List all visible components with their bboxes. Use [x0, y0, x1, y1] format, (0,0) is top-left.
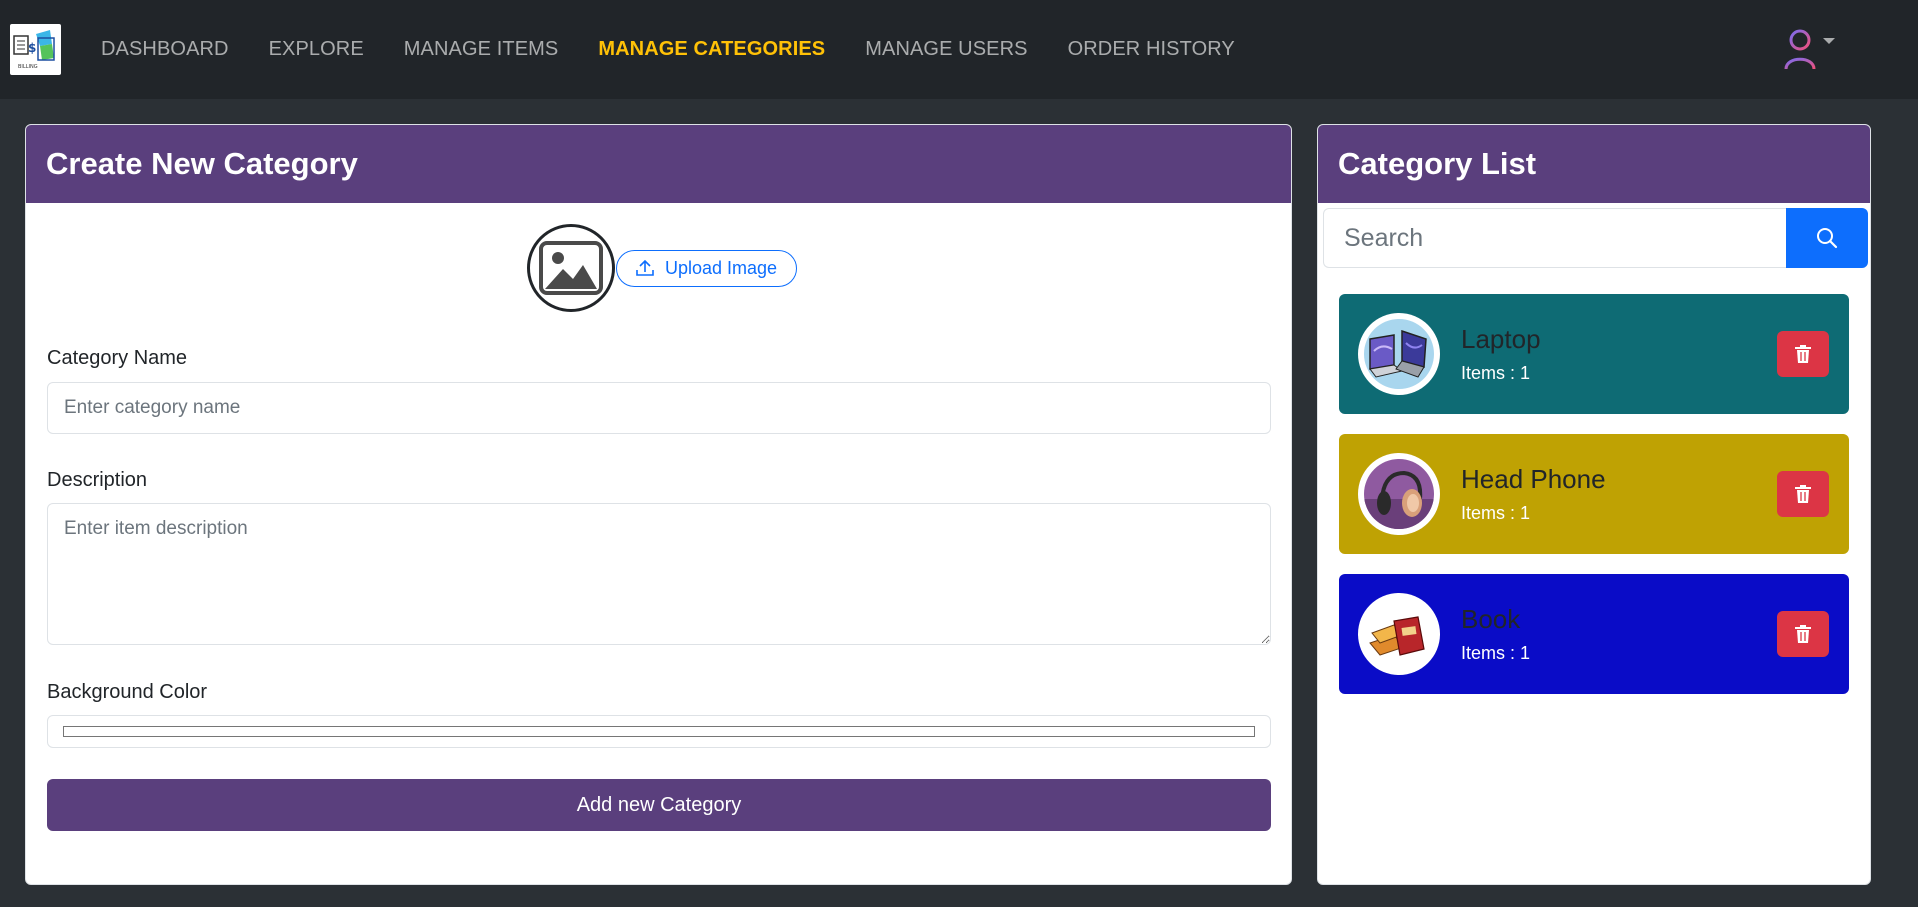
- search-input[interactable]: [1323, 208, 1786, 268]
- background-color-label: Background Color: [47, 681, 208, 703]
- navbar: $ BILLING DASHBOARD EXPLORE MANAGE ITEMS…: [0, 0, 1918, 99]
- search-icon: [1817, 228, 1838, 249]
- category-item-count: Items : 1: [1461, 643, 1531, 664]
- search-button[interactable]: [1786, 208, 1868, 268]
- category-list-title: Category List: [1318, 125, 1870, 203]
- background-color-input[interactable]: [47, 715, 1271, 748]
- color-swatch: [63, 726, 1255, 737]
- upload-icon: [636, 259, 654, 276]
- chevron-down-icon: [1823, 38, 1835, 44]
- add-category-button[interactable]: Add new Category: [47, 779, 1271, 831]
- category-name-input[interactable]: [47, 382, 1271, 434]
- category-thumbnail: [1358, 313, 1440, 395]
- category-thumbnail: [1358, 453, 1440, 535]
- app-logo[interactable]: $ BILLING: [10, 24, 61, 75]
- nav-links: DASHBOARD EXPLORE MANAGE ITEMS MANAGE CA…: [101, 0, 1275, 99]
- nav-manage-items[interactable]: MANAGE ITEMS: [404, 38, 559, 61]
- svg-text:BILLING: BILLING: [18, 64, 38, 70]
- nav-dashboard[interactable]: DASHBOARD: [101, 38, 229, 61]
- headphone-image-icon: [1364, 459, 1434, 529]
- category-item-laptop[interactable]: Laptop Items : 1: [1339, 294, 1849, 414]
- delete-category-button[interactable]: [1777, 471, 1829, 517]
- category-name: Book: [1461, 603, 1521, 634]
- category-item-count: Items : 1: [1461, 363, 1531, 384]
- category-item-book[interactable]: Book Items : 1: [1339, 574, 1849, 694]
- image-upload-row: Upload Image: [527, 223, 798, 313]
- trash-icon: [1795, 485, 1811, 503]
- svg-text:$: $: [28, 41, 36, 55]
- search-bar: [1323, 208, 1868, 268]
- create-category-card: Create New Category Upload Image Categor…: [25, 124, 1292, 885]
- category-item-head-phone[interactable]: Head Phone Items : 1: [1339, 434, 1849, 554]
- user-menu-dropdown[interactable]: [1783, 26, 1843, 72]
- category-list-card: Category List Search Laptop Items: 1 He…: [1317, 124, 1871, 885]
- image-placeholder[interactable]: [527, 224, 615, 312]
- description-label: Description: [47, 469, 148, 491]
- upload-image-button[interactable]: Upload Image: [616, 249, 798, 287]
- upload-image-label: Upload Image: [665, 257, 778, 278]
- nav-explore[interactable]: EXPLORE: [269, 38, 364, 61]
- delete-category-button[interactable]: [1777, 611, 1829, 657]
- nav-manage-users[interactable]: MANAGE USERS: [865, 38, 1027, 61]
- category-name: Head Phone: [1461, 463, 1606, 494]
- create-category-title: Create New Category: [26, 125, 1291, 203]
- trash-icon: [1795, 625, 1811, 643]
- delete-category-button[interactable]: [1777, 331, 1829, 377]
- description-textarea[interactable]: [47, 503, 1271, 645]
- nav-order-history[interactable]: ORDER HISTORY: [1068, 38, 1235, 61]
- trash-icon: [1795, 345, 1811, 363]
- category-name: Laptop: [1461, 323, 1541, 354]
- category-name-label: Category Name: [47, 347, 188, 369]
- laptop-image-icon: [1364, 319, 1434, 389]
- category-item-count: Items : 1: [1461, 503, 1531, 524]
- user-avatar-icon: [1784, 29, 1816, 70]
- category-thumbnail: [1358, 593, 1440, 675]
- book-image-icon: [1364, 599, 1434, 669]
- nav-manage-categories[interactable]: MANAGE CATEGORIES: [598, 38, 825, 61]
- image-icon: [539, 241, 603, 295]
